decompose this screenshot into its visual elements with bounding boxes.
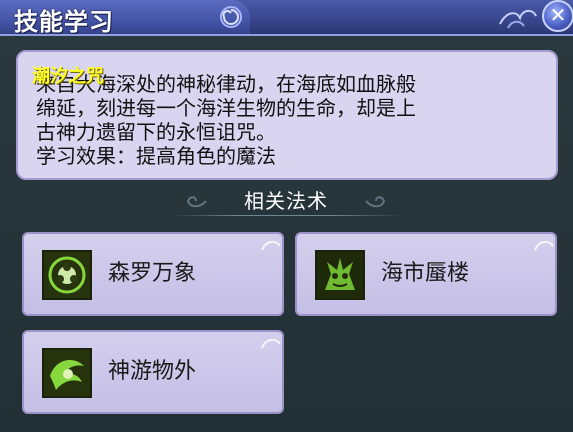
swirl-ornament-icon [220, 6, 242, 28]
description-line: 古神力遗留下的永恒诅咒。 [36, 120, 276, 144]
close-button[interactable]: ✕ [542, 0, 573, 32]
spell-label: 森罗万象 [108, 261, 197, 286]
window-title: 技能学习 [14, 8, 114, 36]
curl-ornament-icon [261, 338, 281, 349]
spirit-wind-icon [42, 348, 92, 398]
spell-label: 海市蜃楼 [381, 261, 470, 286]
title-bar: 技能学习 ✕ [0, 0, 573, 36]
skill-description-box: 潮汐之咒 来自大海深处的神秘律动，在海底如血脉般 绵延，刻进每一个海洋生物的生命… [16, 50, 558, 180]
spell-card-senluowanxiang[interactable]: 森罗万象 [22, 232, 284, 316]
close-icon: ✕ [549, 3, 567, 27]
description-line: 学习效果：提高角色的魔法 [36, 144, 276, 168]
swirl-ornament-icon [365, 196, 386, 208]
skill-name: 潮汐之咒 [32, 66, 104, 87]
spell-label: 神游物外 [108, 359, 197, 384]
spell-card-haishishenlou[interactable]: 海市蜃楼 [295, 232, 557, 316]
curl-ornament-icon [534, 240, 554, 251]
cloud-ornament-icon [499, 10, 537, 29]
mirage-creature-icon [315, 250, 365, 300]
skill-learn-window: 技能学习 ✕ 潮汐之咒 来自大海深处的神秘律动，在海底如血脉般 绵延，刻进每一个… [0, 0, 573, 432]
curl-ornament-icon [261, 240, 281, 251]
skill-description: 来自大海深处的神秘律动，在海底如血脉般 绵延，刻进每一个海洋生物的生命，却是上 … [36, 72, 546, 168]
related-spells-header: 相关法术 [170, 186, 402, 216]
divider [170, 215, 402, 216]
description-line: 绵延，刻进每一个海洋生物的生命，却是上 [36, 96, 416, 120]
swirl-orb-icon [42, 250, 92, 300]
description-line: 来自大海深处的神秘律动，在海底如血脉般 [36, 72, 416, 96]
spell-card-shenyouwuwai[interactable]: 神游物外 [22, 330, 284, 414]
